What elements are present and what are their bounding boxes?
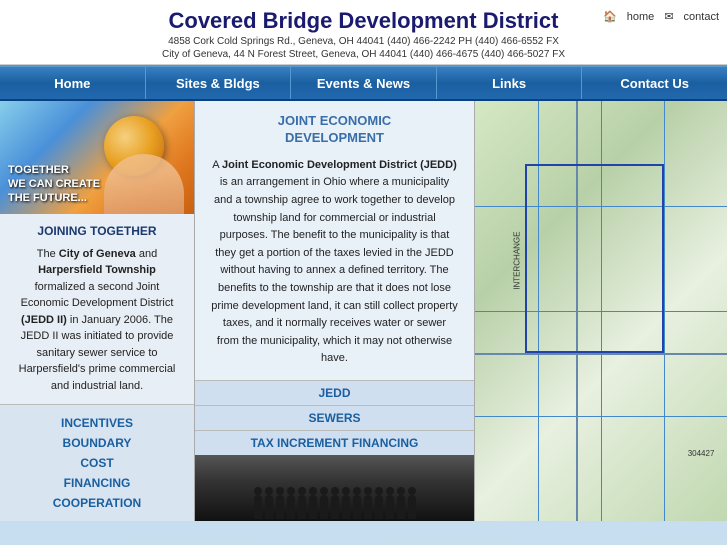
person-13 — [386, 495, 394, 519]
map-coords: 304427 — [688, 449, 715, 458]
link-financing[interactable]: FINANCING — [0, 473, 194, 493]
main-content: TOGETHERWE CAN CREATETHE FUTURE... JOINI… — [0, 101, 727, 521]
address-line-2: City of Geneva, 44 N Forest Street, Gene… — [0, 49, 727, 60]
home-icon: 🏠 — [603, 10, 617, 23]
person-6 — [309, 495, 317, 519]
link-jedd[interactable]: JEDD — [195, 381, 474, 406]
crowd-image — [195, 455, 474, 521]
center-column: JOINT ECONOMICDEVELOPMENT A Joint Econom… — [195, 101, 475, 521]
hero-image: TOGETHERWE CAN CREATETHE FUTURE... — [0, 101, 194, 214]
person-11 — [364, 495, 372, 519]
person-1 — [254, 495, 262, 519]
crowd-silhouette — [195, 455, 474, 521]
nav-events[interactable]: Events & News — [291, 67, 437, 99]
person-7 — [320, 495, 328, 519]
interchange-label: INTERCHANGE — [512, 232, 521, 290]
contact-icon: ✉ — [664, 10, 673, 23]
nav-home[interactable]: Home — [0, 67, 146, 99]
person-4 — [287, 495, 295, 519]
person-3 — [276, 495, 284, 519]
link-incentives[interactable]: INCENTIVES — [0, 413, 194, 433]
center-links-section: JEDD SEWERS TAX INCREMENT FINANCING — [195, 380, 474, 455]
link-sewers[interactable]: SEWERS — [195, 406, 474, 431]
left-column: TOGETHERWE CAN CREATETHE FUTURE... JOINI… — [0, 101, 195, 521]
hero-text: TOGETHERWE CAN CREATETHE FUTURE... — [8, 163, 100, 206]
nav-sites[interactable]: Sites & Bldgs — [146, 67, 292, 99]
person-2 — [265, 495, 273, 519]
jedd-text: A Joint Economic Development District (J… — [211, 157, 458, 368]
persons-graphic — [254, 495, 416, 521]
link-cooperation[interactable]: COOPERATION — [0, 493, 194, 513]
map-graphic: INTERCHANGE 304427 — [475, 101, 727, 521]
map-road — [475, 353, 727, 355]
person-9 — [342, 495, 350, 519]
left-links-section: INCENTIVES BOUNDARY COST FINANCING COOPE… — [0, 404, 194, 521]
right-column-map: INTERCHANGE 304427 — [475, 101, 727, 521]
map-line — [475, 416, 727, 417]
nav-links[interactable]: Links — [437, 67, 583, 99]
joining-text: The City of Geneva and Harpersfield Town… — [12, 246, 182, 395]
link-cost[interactable]: COST — [0, 453, 194, 473]
contact-link[interactable]: contact — [684, 11, 719, 23]
nav-contact[interactable]: Contact Us — [582, 67, 727, 99]
center-top-content: JOINT ECONOMICDEVELOPMENT A Joint Econom… — [195, 101, 474, 380]
main-nav: Home Sites & Bldgs Events & News Links C… — [0, 65, 727, 101]
jedd-title: JOINT ECONOMICDEVELOPMENT — [211, 113, 458, 147]
jedd-boundary — [525, 164, 664, 353]
top-nav: 🏠 home ✉ contact — [603, 10, 719, 23]
person-10 — [353, 495, 361, 519]
person-5 — [298, 495, 306, 519]
joining-title: JOINING TOGETHER — [12, 224, 182, 238]
link-boundary[interactable]: BOUNDARY — [0, 433, 194, 453]
person-8 — [331, 495, 339, 519]
address-line-1: 4858 Cork Cold Springs Rd., Geneva, OH 4… — [0, 36, 727, 47]
left-info: JOINING TOGETHER The City of Geneva and … — [0, 214, 194, 405]
home-link[interactable]: home — [627, 11, 655, 23]
link-tif[interactable]: TAX INCREMENT FINANCING — [195, 431, 474, 455]
person-14 — [397, 495, 405, 519]
person-12 — [375, 495, 383, 519]
page-header: Covered Bridge Development District 4858… — [0, 0, 727, 65]
person-15 — [408, 495, 416, 519]
